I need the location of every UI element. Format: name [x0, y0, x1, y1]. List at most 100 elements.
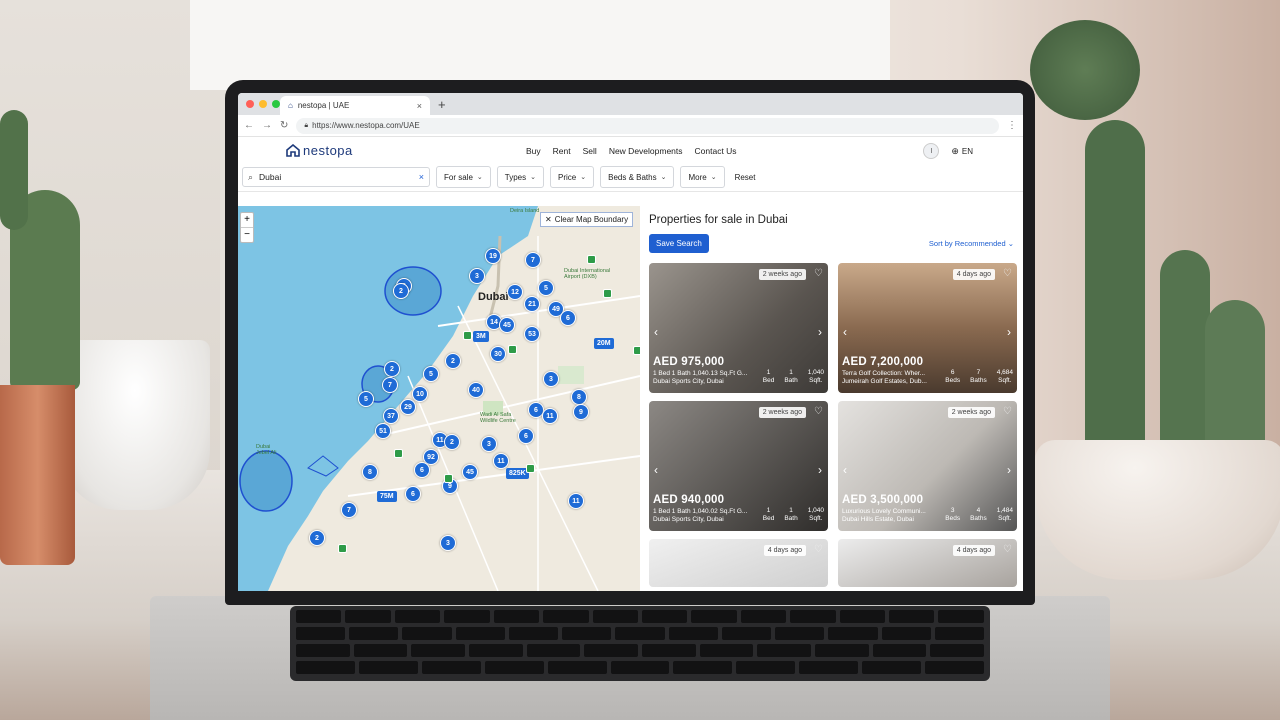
favorite-heart-icon[interactable]: ♡	[1003, 544, 1012, 555]
property-card[interactable]: 2 weeks ago ♡ ‹ › AED 3,500,000 Luxuriou…	[838, 401, 1017, 531]
property-card[interactable]: 2 weeks ago ♡ ‹ › AED 940,000 1 Bed 1 Ba…	[649, 401, 828, 531]
map-cluster-pin[interactable]: 19	[485, 248, 501, 264]
nestopa-logo[interactable]: nestopa	[286, 143, 353, 158]
map-cluster-pin[interactable]: 51	[375, 423, 391, 439]
map-poi-marker[interactable]	[526, 464, 535, 473]
minimize-window-button[interactable]	[259, 100, 267, 108]
favorite-heart-icon[interactable]: ♡	[814, 268, 823, 279]
previous-photo-icon[interactable]: ‹	[654, 463, 658, 477]
clear-map-boundary-button[interactable]: ✕ Clear Map Boundary	[540, 212, 634, 227]
maximize-window-button[interactable]	[272, 100, 280, 108]
clear-search-icon[interactable]: ×	[419, 172, 424, 182]
previous-photo-icon[interactable]: ‹	[843, 463, 847, 477]
property-card[interactable]: 2 weeks ago ♡ ‹ › AED 975,000 1 Bed 1 Ba…	[649, 263, 828, 393]
map-price-pill[interactable]: 20M	[594, 338, 614, 349]
map-cluster-pin[interactable]: 7	[525, 252, 541, 268]
map-cluster-pin[interactable]: 2	[444, 434, 460, 450]
map-cluster-pin[interactable]: 30	[490, 346, 506, 362]
map-cluster-pin[interactable]: 3	[481, 436, 497, 452]
next-photo-icon[interactable]: ›	[818, 325, 822, 339]
map-cluster-pin[interactable]: 45	[462, 464, 478, 480]
price-dropdown[interactable]: Price ⌄	[550, 166, 595, 188]
more-dropdown[interactable]: More ⌄	[680, 166, 725, 188]
property-card[interactable]: 4 days ago ♡ ‹ › AED 7,200,000 Terra Gol…	[838, 263, 1017, 393]
map-cluster-pin[interactable]: 11	[542, 408, 558, 424]
map-cluster-pin[interactable]: 2	[309, 530, 325, 546]
zoom-in-button[interactable]: +	[241, 213, 253, 228]
map-cluster-pin[interactable]: 11	[568, 493, 584, 509]
map-cluster-pin[interactable]: 3	[440, 535, 456, 551]
favorite-heart-icon[interactable]: ♡	[1003, 268, 1012, 279]
map-cluster-pin[interactable]: 5	[538, 280, 554, 296]
map-cluster-pin[interactable]: 29	[400, 399, 416, 415]
map-poi-marker[interactable]	[394, 449, 403, 458]
map-poi-marker[interactable]	[338, 544, 347, 553]
location-search-input[interactable]: ⌕ Dubai ×	[242, 167, 430, 187]
reload-icon[interactable]: ↻	[280, 120, 288, 131]
map-cluster-pin[interactable]: 2	[384, 361, 400, 377]
nav-buy[interactable]: Buy	[526, 146, 541, 156]
map-cluster-pin[interactable]: 11	[493, 453, 509, 469]
map-cluster-pin[interactable]: 3	[543, 371, 559, 387]
map-cluster-pin[interactable]: 7	[382, 377, 398, 393]
map-cluster-pin[interactable]: 6	[405, 486, 421, 502]
nav-new-developments[interactable]: New Developments	[609, 146, 683, 156]
address-bar[interactable]: 🔒︎ https://www.nestopa.com/UAE	[296, 117, 999, 134]
close-window-button[interactable]	[246, 100, 254, 108]
next-photo-icon[interactable]: ›	[1007, 463, 1011, 477]
map-poi-marker[interactable]	[444, 474, 453, 483]
map-price-pill[interactable]: 3M	[473, 331, 489, 342]
next-photo-icon[interactable]: ›	[818, 463, 822, 477]
map-poi-marker[interactable]	[508, 345, 517, 354]
map-cluster-pin[interactable]: 2	[393, 283, 409, 299]
property-map[interactable]: + − ✕ Clear Map Boundary Dubai Deira Isl…	[238, 206, 640, 591]
map-poi-marker[interactable]	[603, 289, 612, 298]
save-search-button[interactable]: Save Search	[649, 234, 709, 253]
map-cluster-pin[interactable]: 40	[468, 382, 484, 398]
zoom-out-button[interactable]: −	[241, 228, 253, 242]
map-cluster-pin[interactable]: 21	[524, 296, 540, 312]
map-cluster-pin[interactable]: 8	[362, 464, 378, 480]
map-poi-marker[interactable]	[633, 346, 640, 355]
map-cluster-pin[interactable]: 12	[507, 284, 523, 300]
map-cluster-pin[interactable]: 45	[499, 317, 515, 333]
map-cluster-pin[interactable]: 2	[445, 353, 461, 369]
forward-arrow-icon[interactable]: →	[262, 120, 272, 131]
map-price-pill[interactable]: 75M	[377, 491, 397, 502]
map-cluster-pin[interactable]: 8	[571, 389, 587, 405]
map-cluster-pin[interactable]: 10	[412, 386, 428, 402]
map-cluster-pin[interactable]: 3	[469, 268, 485, 284]
favorite-heart-icon[interactable]: ♡	[814, 544, 823, 555]
next-photo-icon[interactable]: ›	[1007, 325, 1011, 339]
map-cluster-pin[interactable]: 7	[341, 502, 357, 518]
tab-close-icon[interactable]: ×	[417, 101, 422, 111]
sort-dropdown[interactable]: Sort by Recommended ⌄	[929, 239, 1014, 248]
map-cluster-pin[interactable]: 5	[423, 366, 439, 382]
map-cluster-pin[interactable]: 6	[414, 462, 430, 478]
back-arrow-icon[interactable]: ←	[244, 120, 254, 131]
property-card[interactable]: 4 days ago ♡	[838, 539, 1017, 587]
reset-button[interactable]: Reset	[731, 173, 760, 182]
map-cluster-pin[interactable]: 37	[383, 408, 399, 424]
new-tab-button[interactable]: +	[438, 97, 446, 112]
map-poi-marker[interactable]	[463, 331, 472, 340]
map-cluster-pin[interactable]: 6	[518, 428, 534, 444]
user-avatar[interactable]: I	[923, 143, 940, 159]
favorite-heart-icon[interactable]: ♡	[1003, 406, 1012, 417]
previous-photo-icon[interactable]: ‹	[654, 325, 658, 339]
for-sale-dropdown[interactable]: For sale ⌄	[436, 166, 491, 188]
beds-baths-dropdown[interactable]: Beds & Baths ⌄	[600, 166, 675, 188]
favorite-heart-icon[interactable]: ♡	[814, 406, 823, 417]
nav-contact-us[interactable]: Contact Us	[695, 146, 737, 156]
map-poi-marker[interactable]	[587, 255, 596, 264]
language-selector[interactable]: ⊕ EN	[951, 146, 973, 157]
map-cluster-pin[interactable]: 53	[524, 326, 540, 342]
nav-rent[interactable]: Rent	[553, 146, 571, 156]
map-cluster-pin[interactable]: 9	[573, 404, 589, 420]
property-card[interactable]: 4 days ago ♡	[649, 539, 828, 587]
browser-menu-icon[interactable]: ⋮	[1007, 120, 1017, 131]
map-cluster-pin[interactable]: 6	[560, 310, 576, 326]
nav-sell[interactable]: Sell	[583, 146, 597, 156]
types-dropdown[interactable]: Types ⌄	[496, 166, 544, 188]
previous-photo-icon[interactable]: ‹	[843, 325, 847, 339]
